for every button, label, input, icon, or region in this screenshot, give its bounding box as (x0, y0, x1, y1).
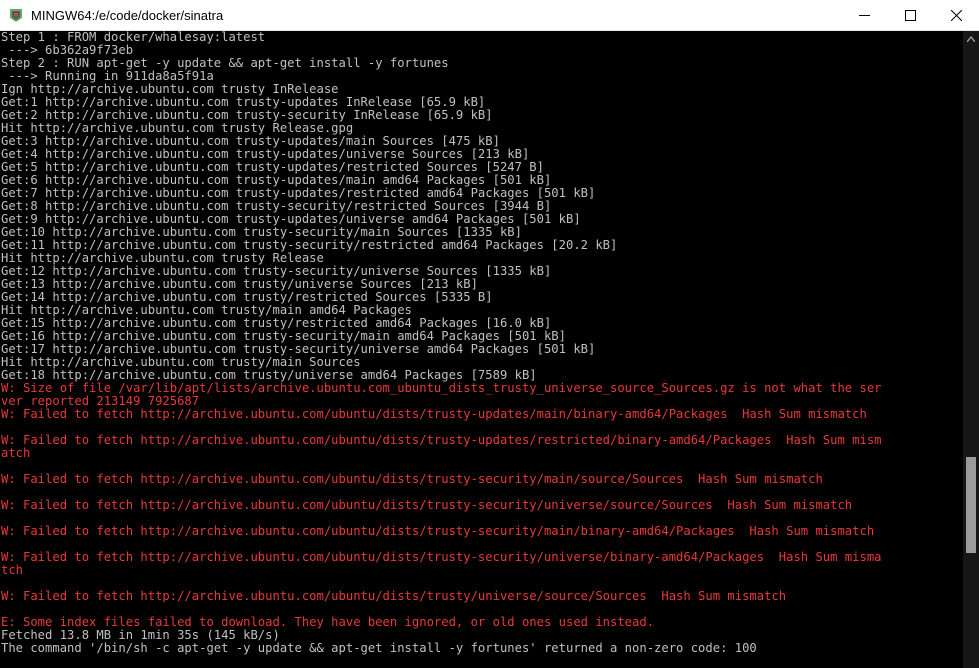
close-button[interactable] (933, 0, 979, 31)
output-line: Ign http://archive.ubuntu.com trusty InR… (1, 83, 339, 96)
output-line: The command '/bin/sh -c apt-get -y updat… (1, 642, 757, 655)
mingw-terminal-icon[interactable] (8, 7, 24, 23)
output-line: Fetched 13.8 MB in 1min 35s (145 kB/s) (1, 629, 280, 642)
output-line: Get:10 http://archive.ubuntu.com trusty-… (1, 226, 522, 239)
title-bar[interactable]: MINGW64:/e/code/docker/sinatra (0, 0, 979, 31)
output-line: Get:9 http://archive.ubuntu.com trusty-u… (1, 213, 581, 226)
minimize-button[interactable] (841, 0, 887, 31)
output-line: Get:16 http://archive.ubuntu.com trusty-… (1, 330, 566, 343)
error-line (1, 460, 963, 473)
error-line: ver reported 213149 7925687 (1, 395, 200, 408)
error-line: W: Failed to fetch http://archive.ubuntu… (1, 499, 853, 512)
scrollbar-thumb[interactable] (966, 457, 976, 553)
output-line: Get:17 http://archive.ubuntu.com trusty-… (1, 343, 596, 356)
error-line (1, 577, 963, 590)
output-line: Hit http://archive.ubuntu.com trusty Rel… (1, 122, 354, 135)
output-line: Get:15 http://archive.ubuntu.com trusty/… (1, 317, 552, 330)
output-line: Hit http://archive.ubuntu.com trusty Rel… (1, 252, 324, 265)
terminal-window: MINGW64:/e/code/docker/sinatra Step 1 : … (0, 0, 979, 668)
output-line: Hit http://archive.ubuntu.com trusty/mai… (1, 304, 412, 317)
output-line: Get:14 http://archive.ubuntu.com trusty/… (1, 291, 493, 304)
error-line: W: Failed to fetch http://archive.ubuntu… (1, 434, 882, 447)
error-line (1, 486, 963, 499)
output-line: Get:1 http://archive.ubuntu.com trusty-u… (1, 96, 486, 109)
output-line: Get:3 http://archive.ubuntu.com trusty-u… (1, 135, 500, 148)
output-line: Hit http://archive.ubuntu.com trusty/mai… (1, 356, 361, 369)
error-line: W: Failed to fetch http://archive.ubuntu… (1, 473, 823, 486)
error-line (1, 603, 963, 616)
error-line: W: Failed to fetch http://archive.ubuntu… (1, 590, 787, 603)
output-line: Get:12 http://archive.ubuntu.com trusty-… (1, 265, 552, 278)
error-line: W: Failed to fetch http://archive.ubuntu… (1, 525, 875, 538)
output-line: Step 1 : FROM docker/whalesay:latest (1, 31, 266, 44)
error-line (1, 421, 963, 434)
output-line: Get:8 http://archive.ubuntu.com trusty-s… (1, 200, 552, 213)
output-line: ---> 6b362a9f73eb (1, 44, 134, 57)
error-line: W: Size of file /var/lib/apt/lists/archi… (1, 382, 882, 395)
output-line: Get:4 http://archive.ubuntu.com trusty-u… (1, 148, 530, 161)
output-line: Step 2 : RUN apt-get -y update && apt-ge… (1, 57, 449, 70)
terminal-output[interactable]: Step 1 : FROM docker/whalesay:latest ---… (0, 31, 963, 668)
output-line: Get:2 http://archive.ubuntu.com trusty-s… (1, 109, 493, 122)
error-line: W: Failed to fetch http://archive.ubuntu… (1, 408, 867, 421)
maximize-button[interactable] (887, 0, 933, 31)
error-line: W: Failed to fetch http://archive.ubuntu… (1, 551, 882, 564)
close-icon (950, 10, 962, 21)
output-line: Get:6 http://archive.ubuntu.com trusty-u… (1, 174, 552, 187)
output-line: Get:11 http://archive.ubuntu.com trusty-… (1, 239, 618, 252)
scroll-up-arrow-icon[interactable] (963, 31, 979, 47)
output-line: ---> Running in 911da8a5f91a (1, 70, 214, 83)
vertical-scrollbar[interactable] (963, 31, 979, 668)
minimize-icon (858, 10, 870, 21)
error-line: E: Some index files failed to download. … (1, 616, 655, 629)
output-line: Get:7 http://archive.ubuntu.com trusty-u… (1, 187, 596, 200)
error-line (1, 538, 963, 551)
output-line: Get:18 http://archive.ubuntu.com trusty/… (1, 369, 537, 382)
maximize-icon (904, 10, 916, 21)
error-line (1, 512, 963, 525)
error-line: atch (1, 447, 31, 460)
output-line: Get:13 http://archive.ubuntu.com trusty/… (1, 278, 478, 291)
error-line: tch (1, 564, 24, 577)
output-line: Get:5 http://archive.ubuntu.com trusty-u… (1, 161, 544, 174)
window-title: MINGW64:/e/code/docker/sinatra (31, 8, 224, 23)
